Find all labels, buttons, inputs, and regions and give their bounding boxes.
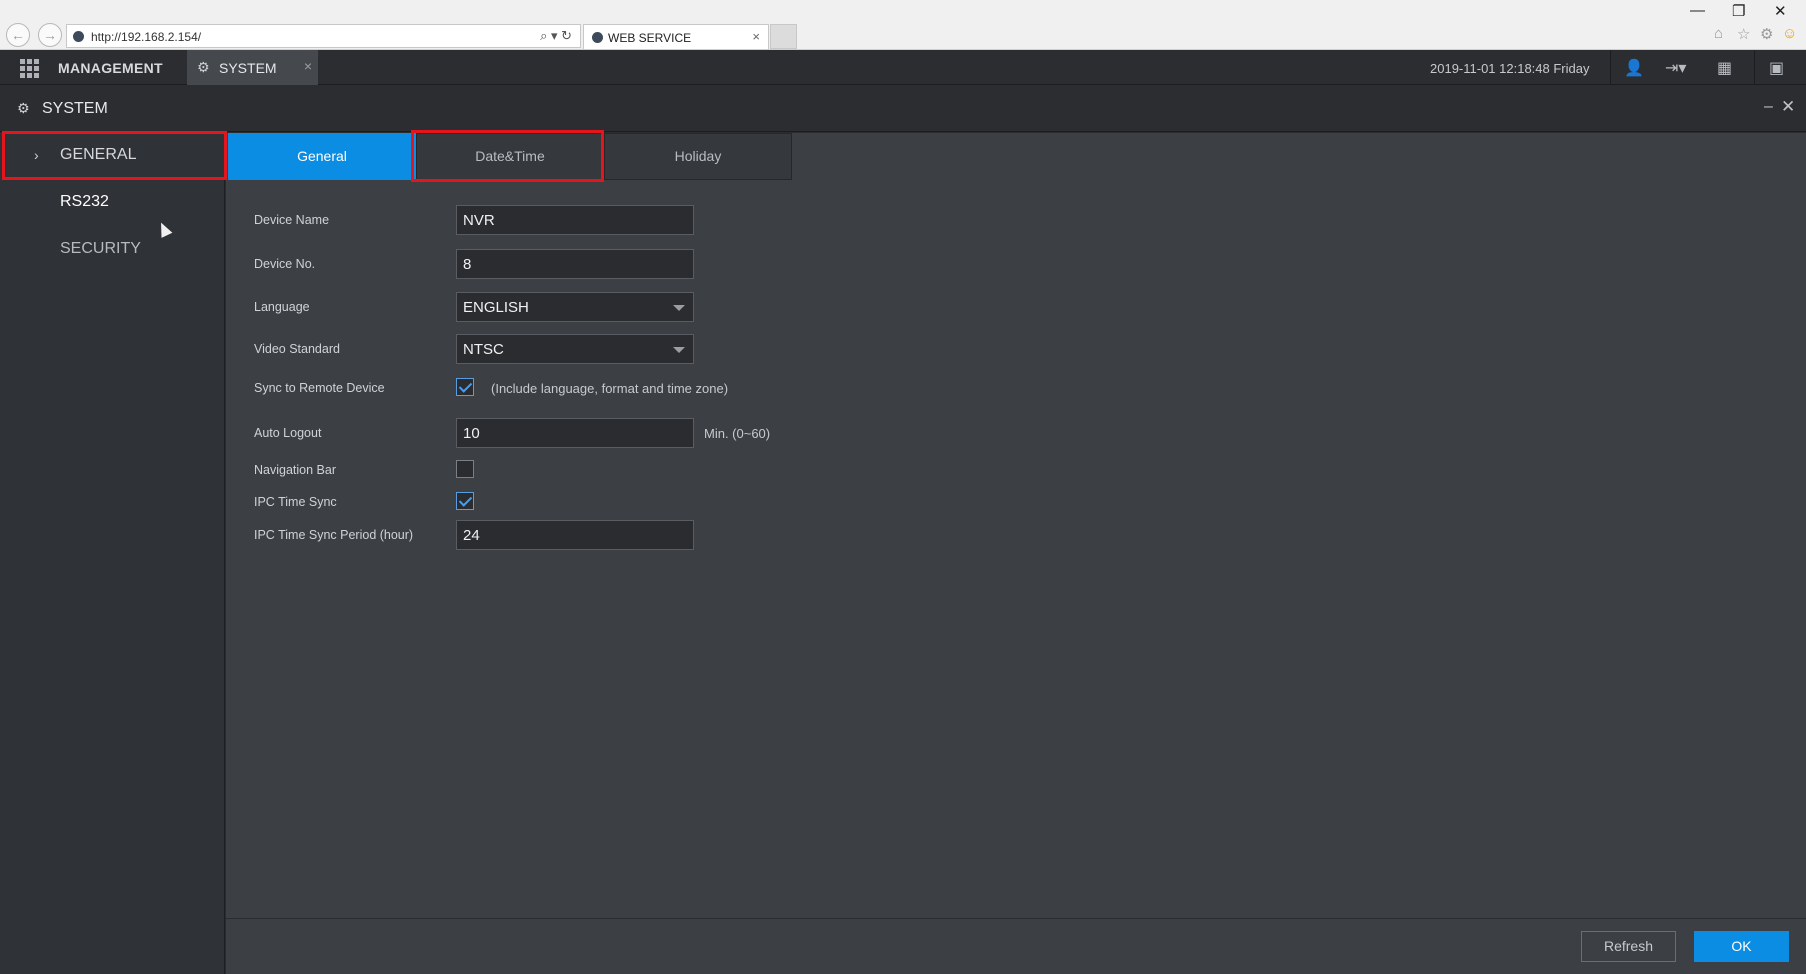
address-bar[interactable]: http://192.168.2.154/ ⌕ ▾ ↻ bbox=[66, 24, 581, 48]
chevron-down-icon bbox=[673, 305, 685, 311]
ipc-time-sync-checkbox[interactable] bbox=[456, 492, 474, 510]
home-icon[interactable]: ⌂ bbox=[1714, 25, 1723, 42]
qr-code-icon[interactable]: ▦ bbox=[1717, 58, 1732, 78]
system-tab-close-icon[interactable]: × bbox=[304, 58, 312, 74]
panel-close-icon[interactable]: ✕ bbox=[1781, 97, 1795, 117]
refresh-button[interactable]: Refresh bbox=[1581, 931, 1676, 962]
navigation-bar-label: Navigation Bar bbox=[254, 463, 336, 477]
sync-remote-label: Sync to Remote Device bbox=[254, 381, 385, 395]
system-gear-icon: ⚙ bbox=[197, 59, 210, 75]
browser-tab-title: WEB SERVICE bbox=[608, 31, 692, 45]
header-divider bbox=[1610, 50, 1611, 85]
tab-globe-icon bbox=[592, 32, 603, 43]
chevron-down-icon bbox=[673, 347, 685, 353]
header-divider bbox=[1754, 50, 1755, 85]
footer-bar: Refresh OK bbox=[226, 918, 1806, 974]
sidebar: › GENERAL RS232 SECURITY bbox=[0, 133, 225, 974]
user-icon[interactable]: 👤 bbox=[1624, 58, 1644, 78]
browser-tab-web-service[interactable]: WEB SERVICE × bbox=[583, 24, 769, 49]
tab-general[interactable]: General bbox=[228, 133, 416, 180]
sidebar-item-security[interactable]: SECURITY bbox=[0, 227, 225, 274]
browser-settings-icon[interactable]: ⚙ bbox=[1760, 25, 1773, 43]
back-arrow-icon: ← bbox=[11, 27, 25, 43]
sync-remote-note: (Include language, format and time zone) bbox=[491, 381, 729, 396]
tab-holiday[interactable]: Holiday bbox=[604, 133, 792, 180]
tab-close-icon[interactable]: × bbox=[752, 29, 760, 44]
ipc-sync-period-label: IPC Time Sync Period (hour) bbox=[254, 528, 414, 542]
sidebar-item-label: RS232 bbox=[60, 193, 109, 210]
system-window-bar: ⚙ SYSTEM – ✕ bbox=[0, 86, 1806, 132]
video-standard-label: Video Standard bbox=[254, 342, 340, 356]
navigation-bar-checkbox[interactable] bbox=[456, 460, 474, 478]
forward-arrow-icon: → bbox=[43, 27, 57, 43]
auto-logout-label: Auto Logout bbox=[254, 426, 322, 440]
logout-icon[interactable]: ⇥▾ bbox=[1665, 58, 1686, 78]
ok-button[interactable]: OK bbox=[1694, 931, 1789, 962]
video-standard-select[interactable]: NTSC bbox=[456, 334, 694, 364]
app-header: MANAGEMENT ⚙ SYSTEM × 2019-11-01 12:18:4… bbox=[0, 50, 1806, 85]
sidebar-item-label: SECURITY bbox=[60, 240, 141, 257]
back-button[interactable]: ← bbox=[6, 23, 30, 47]
date-time-highlight-box bbox=[411, 130, 604, 182]
app-grid-icon[interactable] bbox=[20, 59, 40, 78]
auto-logout-unit: Min. (0~60) bbox=[704, 426, 771, 441]
header-datetime: 2019-11-01 12:18:48 Friday bbox=[1430, 61, 1590, 76]
address-url: http://192.168.2.154/ bbox=[91, 30, 202, 44]
device-name-input[interactable]: NVR bbox=[456, 205, 694, 235]
general-highlight-box bbox=[2, 131, 227, 180]
feedback-smiley-icon[interactable]: ☺ bbox=[1782, 25, 1797, 42]
language-select[interactable]: ENGLISH bbox=[456, 292, 694, 322]
window-gear-icon: ⚙ bbox=[17, 100, 30, 116]
favorites-star-icon[interactable]: ☆ bbox=[1737, 25, 1750, 43]
device-name-label: Device Name bbox=[254, 213, 330, 227]
window-minimize-icon[interactable]: — bbox=[1690, 2, 1705, 19]
window-restore-icon[interactable]: ❐ bbox=[1732, 2, 1745, 20]
ipc-sync-period-input[interactable]: 24 bbox=[456, 520, 694, 550]
device-no-input[interactable]: 8 bbox=[456, 249, 694, 279]
site-globe-icon bbox=[73, 31, 84, 42]
language-label: Language bbox=[254, 300, 310, 314]
browser-toolbar: ← → http://192.168.2.154/ ⌕ ▾ ↻ WEB SERV… bbox=[0, 0, 1806, 50]
new-tab-button[interactable] bbox=[770, 24, 797, 49]
search-refresh-icons[interactable]: ⌕ ▾ ↻ bbox=[540, 28, 572, 44]
sidebar-item-rs232[interactable]: RS232 bbox=[0, 180, 225, 227]
sync-remote-checkbox[interactable] bbox=[456, 378, 474, 396]
video-standard-value: NTSC bbox=[463, 341, 504, 358]
device-no-label: Device No. bbox=[254, 257, 316, 271]
panel-minimize-icon[interactable]: – bbox=[1764, 98, 1773, 116]
forward-button[interactable]: → bbox=[38, 23, 62, 47]
ipc-time-sync-label: IPC Time Sync bbox=[254, 495, 337, 509]
tab-system[interactable]: ⚙ SYSTEM × bbox=[187, 50, 318, 85]
language-value: ENGLISH bbox=[463, 299, 529, 316]
main-panel: General Date&Time Holiday Device Name NV… bbox=[226, 133, 1806, 918]
window-close-icon[interactable]: ✕ bbox=[1774, 2, 1787, 20]
management-label[interactable]: MANAGEMENT bbox=[58, 60, 163, 76]
page-title: SYSTEM bbox=[42, 100, 108, 117]
auto-logout-input[interactable]: 10 bbox=[456, 418, 694, 448]
display-icon[interactable]: ▣ bbox=[1769, 58, 1784, 78]
system-tab-label: SYSTEM bbox=[219, 60, 277, 76]
